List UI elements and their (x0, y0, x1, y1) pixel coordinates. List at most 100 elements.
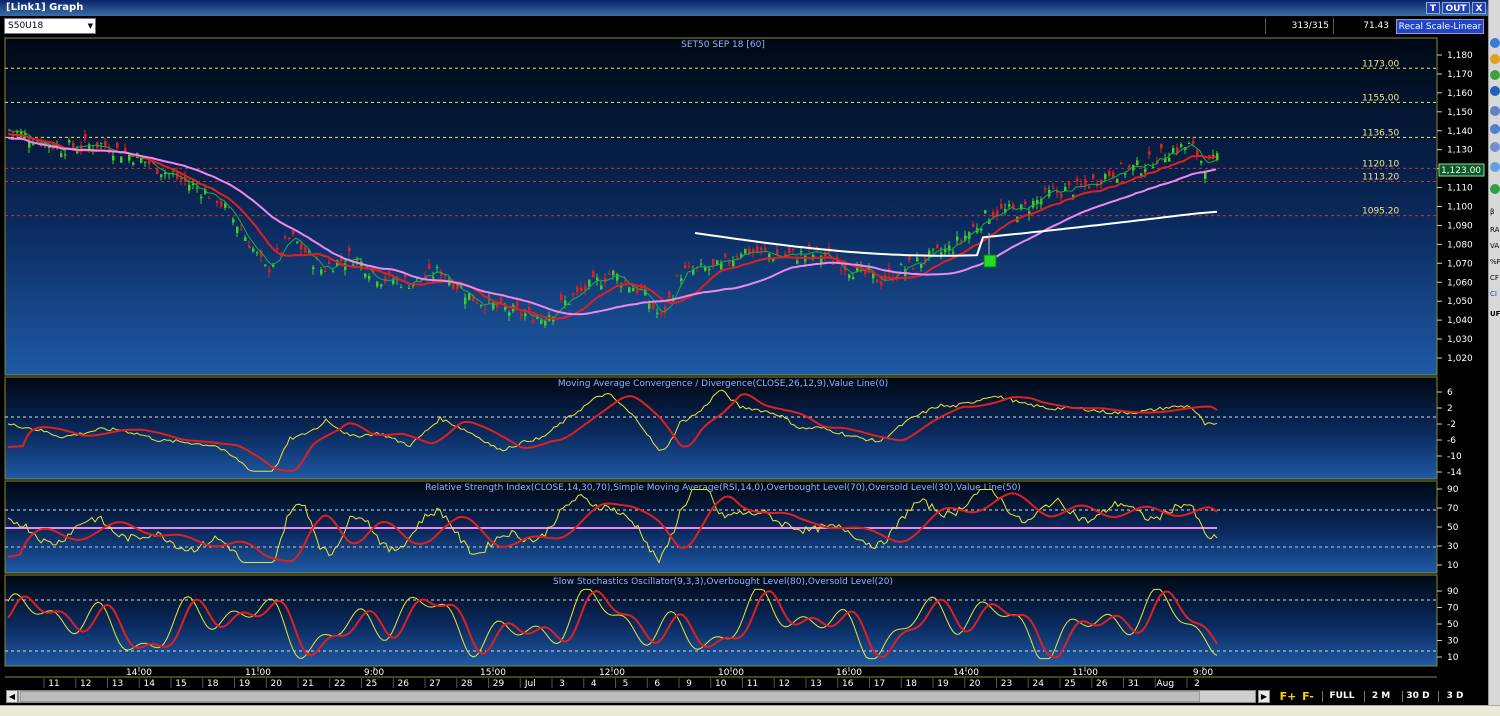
three-day-button[interactable]: 3 D (1442, 690, 1468, 703)
scroll-left-icon[interactable]: ◀ (6, 690, 18, 703)
candle-body (328, 262, 331, 265)
scroll-right-icon[interactable]: ▶ (1258, 690, 1270, 703)
candle-body (1124, 173, 1127, 175)
price-y-tick-label: 1,150 (1447, 108, 1473, 118)
x-date-label: 3 (559, 679, 565, 689)
candle-body (608, 274, 611, 276)
candle-body (704, 267, 707, 271)
candle-body (252, 248, 255, 252)
macd-y-axis: 6 2 -2 -6 -10 -14 (1437, 388, 1462, 478)
candle-body (1024, 201, 1027, 204)
side-label-ci: CI (1490, 290, 1497, 298)
x-date-label: 25 (366, 679, 377, 689)
candle-body (912, 268, 915, 270)
candle-body (116, 142, 119, 148)
candle-body (688, 266, 691, 268)
candle-body (72, 143, 75, 148)
price-y-tick-label: 1,030 (1447, 335, 1473, 345)
x-date-label: 18 (207, 679, 219, 689)
price-y-tick-label: 1,110 (1447, 184, 1473, 194)
candle-body (1168, 157, 1171, 162)
candle-body (160, 174, 163, 177)
candle-body (304, 247, 307, 253)
x-date-label: 9 (686, 679, 692, 689)
candle-body (504, 307, 507, 310)
candle-body (1132, 164, 1135, 171)
stoch-y-tick-label: 50 (1447, 620, 1459, 630)
two-month-button[interactable]: 2 M (1368, 690, 1394, 703)
chart-area[interactable]: SET50 SEP 18 [60] 1,180 1,170 1,160 1,150 1,… (0, 36, 1488, 689)
candle-body (1144, 169, 1147, 173)
recal-scale-button[interactable]: Recal Scale-Linear (1396, 19, 1484, 34)
tool-icon-6[interactable] (1490, 162, 1500, 172)
tool-icon-1[interactable] (1490, 38, 1500, 48)
tool-icon-3[interactable] (1490, 70, 1500, 80)
macd-pane[interactable] (4, 376, 1438, 480)
candle-body (532, 319, 535, 324)
last-value: 71.43 (1333, 18, 1393, 34)
candle-body (852, 277, 855, 280)
zoom-icon[interactable] (1490, 142, 1500, 152)
candle-body (132, 162, 135, 165)
chevron-down-icon[interactable]: ▼ (88, 19, 93, 33)
candle-body (1068, 182, 1071, 186)
x-date-label: Jul (524, 679, 536, 689)
x-time-label: 14:00 (126, 668, 152, 678)
candle-body (292, 230, 295, 235)
candle-body (436, 266, 439, 268)
candle-body (736, 256, 739, 258)
font-decrease-button[interactable]: F- (1298, 690, 1318, 703)
stoch-pane[interactable] (4, 574, 1438, 667)
search-icon[interactable] (1490, 124, 1500, 134)
candle-body (344, 263, 347, 271)
out-button[interactable]: OUT (1442, 2, 1470, 14)
candle-body (1000, 204, 1003, 209)
thirty-day-button[interactable]: 30 D (1404, 690, 1432, 703)
candle-body (320, 269, 323, 275)
macd-y-tick-label: -2 (1447, 420, 1456, 430)
tool-icon-2[interactable] (1490, 54, 1500, 64)
chart-canvas[interactable]: SET50 SEP 18 [60] 1,180 1,170 1,160 1,150 1,… (0, 36, 1488, 689)
macd-y-tick-label: -10 (1447, 452, 1462, 462)
symbol-selector[interactable]: S50U18 ▼ (4, 18, 96, 34)
rsi-pane-title: Relative Strength Index(CLOSE,14,30,70),… (425, 483, 1021, 493)
x-date-label: 12 (80, 679, 91, 689)
candle-body (404, 274, 407, 278)
candle-body (104, 141, 107, 147)
macd-y-tick-label: 6 (1447, 388, 1453, 398)
tool-icon-7[interactable] (1490, 184, 1500, 194)
price-y-tick-label: 1,020 (1447, 354, 1473, 364)
candle-body (984, 210, 987, 214)
candle-body (1108, 170, 1111, 177)
font-increase-button[interactable]: F+ (1278, 690, 1298, 703)
candle-body (612, 270, 615, 276)
price-pane[interactable] (4, 37, 1438, 376)
stoch-y-tick-label: 90 (1447, 587, 1459, 597)
text-mode-button[interactable]: T (1426, 2, 1440, 14)
buy-signal-icon[interactable] (983, 254, 997, 268)
price-y-tick-label: 1,170 (1447, 70, 1473, 80)
scrollbar-thumb[interactable] (20, 691, 1200, 702)
x-date-label: 25 (1064, 679, 1075, 689)
tool-icon-5[interactable] (1490, 106, 1500, 116)
candle-body (572, 293, 575, 296)
candle-body (1128, 165, 1131, 168)
x-date-label: 26 (1096, 679, 1108, 689)
stoch-y-axis: 90 70 50 30 10 (1437, 587, 1459, 663)
candle-body (652, 303, 655, 309)
candle-body (1116, 178, 1119, 183)
tool-icon-4[interactable] (1490, 86, 1500, 96)
price-level-label: 1120.10 (1362, 159, 1399, 169)
full-range-button[interactable]: FULL (1326, 690, 1358, 703)
candle-body (1192, 141, 1195, 144)
x-date-label: 18 (906, 679, 918, 689)
candle-body (244, 237, 247, 242)
candle-body (1080, 184, 1083, 186)
candle-body (848, 274, 851, 279)
candle-body (1060, 193, 1063, 198)
close-button[interactable]: X (1472, 2, 1486, 14)
x-date-label: 20 (969, 679, 981, 689)
candle-body (392, 280, 395, 284)
candle-body (1104, 174, 1107, 179)
candle-body (1172, 148, 1175, 153)
